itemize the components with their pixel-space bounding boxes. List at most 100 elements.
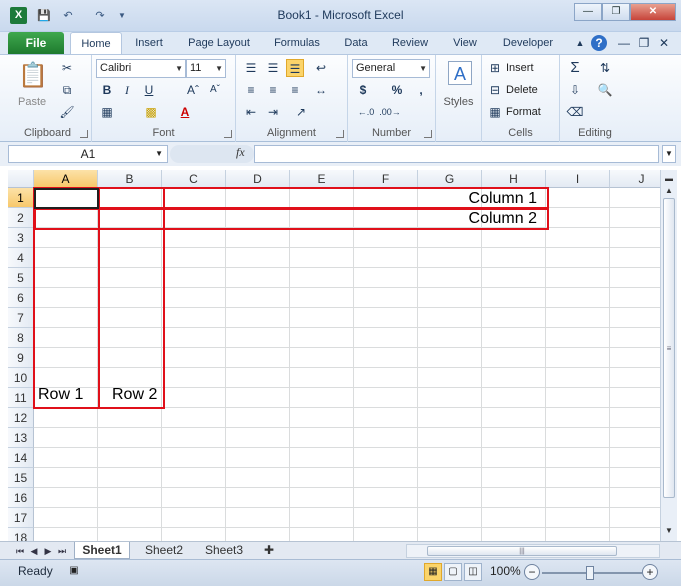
row-header-5[interactable]: 5: [8, 268, 34, 288]
sheet-tab-1[interactable]: Sheet1: [74, 542, 130, 559]
tab-insert[interactable]: Insert: [126, 32, 172, 54]
row-header-11[interactable]: 11: [8, 388, 34, 408]
decrease-decimal-icon[interactable]: .00→: [378, 103, 402, 121]
select-all-corner[interactable]: [8, 170, 34, 188]
number-format-select[interactable]: General ▼: [352, 59, 430, 78]
column-header-d[interactable]: D: [226, 170, 290, 188]
styles-icon[interactable]: A: [448, 61, 472, 85]
column-header-i[interactable]: I: [546, 170, 610, 188]
borders-icon[interactable]: ▦: [98, 103, 116, 121]
column-header-h[interactable]: H: [482, 170, 546, 188]
row-header-17[interactable]: 17: [8, 508, 34, 528]
tab-file[interactable]: File: [8, 32, 64, 54]
format-cells-icon[interactable]: ▦: [486, 103, 504, 121]
insert-function-icon[interactable]: fx: [236, 145, 245, 160]
active-cell-a1[interactable]: [34, 188, 99, 209]
sheet-tab-2[interactable]: Sheet2: [136, 542, 192, 559]
comma-button[interactable]: ,: [412, 81, 430, 99]
align-middle-icon[interactable]: ☰: [264, 59, 282, 77]
scroll-down-icon[interactable]: ▼: [662, 524, 676, 538]
name-box[interactable]: A1 ▼: [8, 145, 168, 163]
align-center-icon[interactable]: ≡: [264, 81, 282, 99]
row-header-9[interactable]: 9: [8, 348, 34, 368]
doc-minimize-icon[interactable]: —: [616, 35, 632, 51]
row-header-18[interactable]: 18: [8, 528, 34, 541]
zoom-in-icon[interactable]: +: [642, 564, 658, 580]
row-header-1[interactable]: 1: [8, 188, 34, 208]
next-sheet-icon[interactable]: ▶: [42, 544, 54, 558]
row-header-10[interactable]: 10: [8, 368, 34, 388]
prev-sheet-icon[interactable]: ◀: [28, 544, 40, 558]
tab-review[interactable]: Review: [384, 32, 436, 54]
format-painter-icon[interactable]: 🖌: [58, 103, 76, 121]
paste-label[interactable]: Paste: [18, 93, 46, 111]
column-header-g[interactable]: G: [418, 170, 482, 188]
column-header-e[interactable]: E: [290, 170, 354, 188]
expand-formula-bar-icon[interactable]: ▼: [662, 145, 676, 163]
tab-formulas[interactable]: Formulas: [266, 32, 328, 54]
row-header-3[interactable]: 3: [8, 228, 34, 248]
horizontal-scrollbar[interactable]: |||: [406, 544, 660, 558]
close-window-button[interactable]: ✕: [630, 3, 676, 21]
insert-sheet-icon[interactable]: ✚: [258, 542, 280, 559]
number-launcher-icon[interactable]: [424, 130, 432, 138]
normal-view-button[interactable]: ▦: [424, 563, 442, 581]
clear-icon[interactable]: ⌫: [566, 103, 584, 121]
copy-icon[interactable]: ⧉: [58, 81, 76, 99]
row-header-4[interactable]: 4: [8, 248, 34, 268]
align-right-icon[interactable]: ≡: [286, 81, 304, 99]
formula-input[interactable]: [254, 145, 659, 163]
column-header-a[interactable]: A: [34, 170, 98, 188]
scroll-up-icon[interactable]: ▲: [662, 184, 676, 198]
underline-button[interactable]: U: [140, 81, 158, 99]
row-header-6[interactable]: 6: [8, 288, 34, 308]
align-top-icon[interactable]: ☰: [242, 59, 260, 77]
alignment-launcher-icon[interactable]: [336, 130, 344, 138]
vertical-scroll-thumb[interactable]: ≡: [663, 198, 675, 498]
find-select-icon[interactable]: 🔍: [596, 81, 614, 99]
font-color-icon[interactable]: A: [176, 103, 194, 121]
page-layout-view-button[interactable]: ▢: [444, 563, 462, 581]
tab-page-layout[interactable]: Page Layout: [180, 32, 258, 54]
row-header-12[interactable]: 12: [8, 408, 34, 428]
format-cells-button[interactable]: Format: [506, 103, 541, 121]
horizontal-scroll-thumb[interactable]: |||: [427, 546, 617, 556]
bold-button[interactable]: B: [98, 81, 116, 99]
align-bottom-icon[interactable]: ☰: [286, 59, 304, 77]
insert-cells-button[interactable]: Insert: [506, 59, 534, 77]
zoom-out-icon[interactable]: −: [524, 564, 540, 580]
autosum-icon[interactable]: Σ: [566, 59, 584, 77]
font-name-select[interactable]: Calibri ▼: [96, 59, 186, 78]
page-break-view-button[interactable]: ◫: [464, 563, 482, 581]
row-header-8[interactable]: 8: [8, 328, 34, 348]
wrap-text-icon[interactable]: ↩: [312, 59, 330, 77]
currency-button[interactable]: $: [354, 81, 372, 99]
row-header-13[interactable]: 13: [8, 428, 34, 448]
sheet-tab-3[interactable]: Sheet3: [196, 542, 252, 559]
row-header-14[interactable]: 14: [8, 448, 34, 468]
column-header-b[interactable]: B: [98, 170, 162, 188]
minimize-button[interactable]: —: [574, 3, 602, 21]
shrink-font-icon[interactable]: Aˇ: [206, 81, 224, 99]
delete-cells-button[interactable]: Delete: [506, 81, 538, 99]
tab-view[interactable]: View: [444, 32, 486, 54]
last-sheet-icon[interactable]: ⏭: [56, 544, 68, 558]
row-header-15[interactable]: 15: [8, 468, 34, 488]
zoom-slider-thumb[interactable]: [586, 566, 594, 580]
insert-cells-icon[interactable]: ⊞: [486, 59, 504, 77]
first-sheet-icon[interactable]: ⏮: [14, 544, 26, 558]
styles-label[interactable]: Styles: [436, 96, 481, 108]
increase-indent-icon[interactable]: ⇥: [264, 103, 282, 121]
fill-color-icon[interactable]: ▩: [142, 103, 160, 121]
align-left-icon[interactable]: ≡: [242, 81, 260, 99]
grow-font-icon[interactable]: Aˆ: [184, 81, 202, 99]
font-launcher-icon[interactable]: [224, 130, 232, 138]
doc-close-icon[interactable]: ✕: [656, 35, 672, 51]
row-header-7[interactable]: 7: [8, 308, 34, 328]
row-header-16[interactable]: 16: [8, 488, 34, 508]
zoom-level[interactable]: 100%: [490, 564, 521, 578]
tab-home[interactable]: Home: [70, 32, 122, 54]
paste-icon[interactable]: 📋: [18, 61, 48, 91]
fill-icon[interactable]: ⇩: [566, 81, 584, 99]
merge-center-icon[interactable]: ↔: [312, 81, 330, 99]
